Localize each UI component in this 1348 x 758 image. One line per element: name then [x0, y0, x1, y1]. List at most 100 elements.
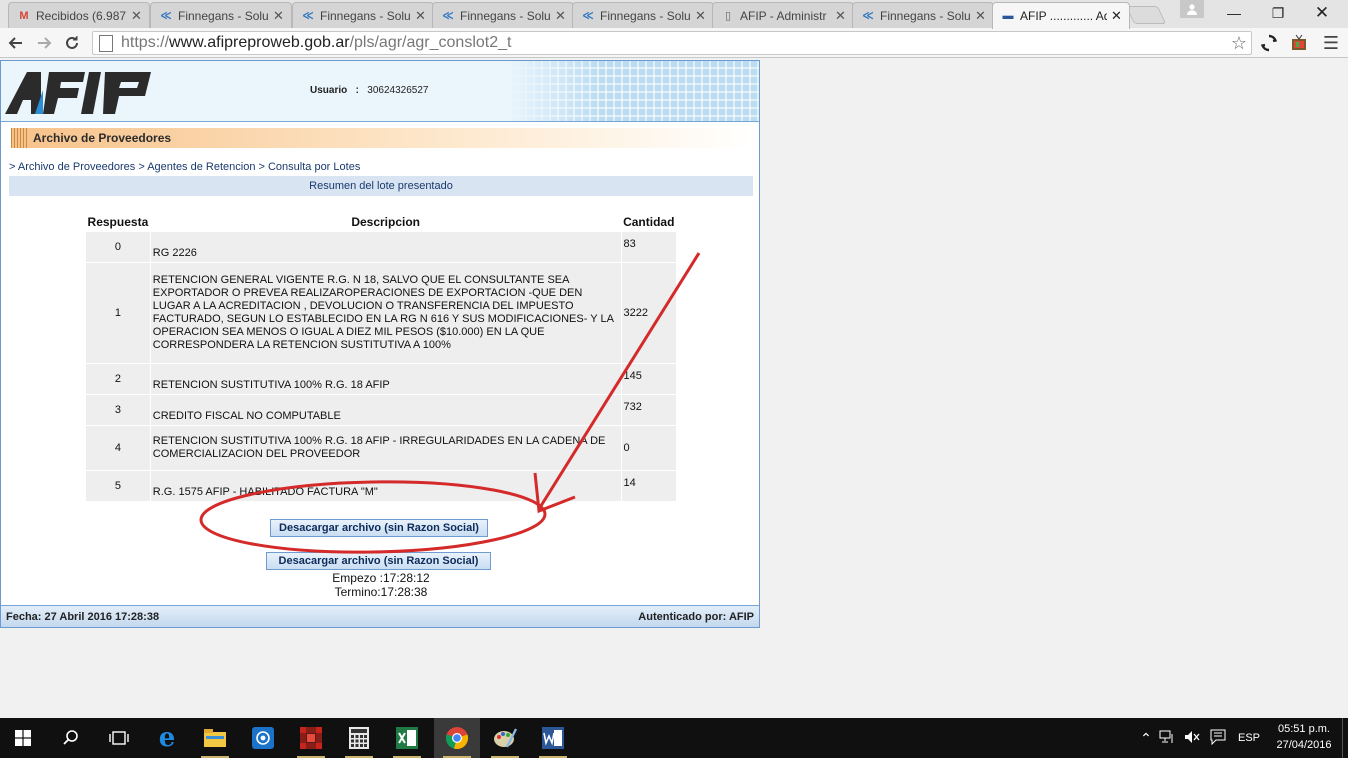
browser-tab-afip-administracion[interactable]: ▯ AFIP - Administr ✕: [712, 2, 854, 28]
task-view-button[interactable]: [96, 718, 142, 758]
bookmark-star-icon[interactable]: ☆: [1231, 33, 1247, 54]
cell-code: 4: [85, 424, 151, 471]
file-explorer-app[interactable]: [192, 718, 238, 758]
paint-app[interactable]: [482, 718, 528, 758]
close-icon[interactable]: ✕: [835, 8, 847, 24]
close-icon[interactable]: ✕: [555, 8, 567, 24]
browser-tab-afip-active[interactable]: ▬ AFIP ............. Adm ✕: [992, 2, 1130, 29]
close-icon[interactable]: ✕: [1111, 8, 1123, 24]
tab-title: Finnegans - Solu: [460, 8, 551, 23]
chrome-app[interactable]: [434, 718, 480, 758]
download-file-button[interactable]: Desacargar archivo (sin Razon Social): [270, 519, 488, 537]
tab-title: Finnegans - Solu: [880, 8, 971, 23]
section-title-bar: Archivo de Proveedores: [11, 128, 753, 148]
word-app[interactable]: [530, 718, 576, 758]
reload-button[interactable]: [60, 31, 84, 55]
forward-button[interactable]: [32, 31, 56, 55]
url-host: www.afipreproweb.gob.ar: [169, 34, 350, 51]
finnegans-icon: ≪: [160, 10, 172, 22]
column-header-descripcion: Descripcion: [150, 214, 622, 231]
summary-title: Resumen del lote presentado: [9, 176, 753, 196]
column-header-respuesta: Respuesta: [85, 214, 151, 231]
minimize-button[interactable]: —: [1212, 2, 1256, 24]
calculator-icon: [349, 727, 369, 749]
tab-title: Recibidos (6.987: [36, 8, 127, 23]
browser-tab-finnegans[interactable]: ≪ Finnegans - Solu ✕: [572, 2, 714, 28]
cell-code: 3: [85, 393, 151, 426]
windows-start-button[interactable]: [0, 718, 46, 758]
profile-icon[interactable]: [1180, 0, 1204, 18]
close-icon[interactable]: ✕: [415, 8, 427, 24]
browser-tab-finnegans[interactable]: ≪ Finnegans - Solu ✕: [292, 2, 434, 28]
restore-button[interactable]: ❐: [1256, 2, 1300, 24]
clock-time: 05:51 p.m.: [1278, 723, 1330, 735]
teamviewer-app[interactable]: [240, 718, 286, 758]
cell-quantity: 145: [620, 362, 678, 395]
afip-header: Usuario : 30624326527: [1, 61, 759, 122]
volume-muted-icon[interactable]: [1180, 730, 1204, 747]
windows-taskbar: e ⌃ ESP 05:51 p.m. 27/04/2016: [0, 718, 1348, 758]
header-pattern-decoration: [509, 61, 759, 121]
close-icon[interactable]: ✕: [975, 8, 987, 24]
user-separator: :: [355, 85, 359, 96]
cell-quantity: 14: [620, 469, 678, 502]
cell-quantity: 3222: [620, 261, 678, 364]
search-icon: [63, 730, 78, 745]
notifications-icon[interactable]: [1204, 729, 1232, 748]
edge-app[interactable]: e: [144, 718, 190, 758]
address-bar[interactable]: https://www.afipreproweb.gob.ar/pls/agr/…: [92, 31, 1252, 55]
download-file-button-secondary[interactable]: Desacargar archivo (sin Razon Social): [266, 552, 491, 570]
afip-logo: [5, 72, 151, 114]
browser-tab-finnegans[interactable]: ≪ Finnegans - Solu ✕: [432, 2, 574, 28]
section-stripes-decoration: [11, 128, 27, 148]
section-title: Archivo de Proveedores: [33, 131, 172, 145]
finnegans-icon: ≪: [442, 10, 454, 22]
tab-title: AFIP - Administr: [740, 8, 827, 23]
table-row: 3 CREDITO FISCAL NO COMPUTABLE 732: [85, 393, 678, 426]
results-table: Respuesta Descripcion Cantidad 0 RG 2226…: [85, 214, 678, 502]
afip-page: Usuario : 30624326527 Archivo de Proveed…: [0, 60, 760, 628]
tab-title: Finnegans - Solu: [178, 8, 269, 23]
network-icon[interactable]: [1154, 730, 1180, 747]
close-icon[interactable]: ✕: [131, 8, 143, 24]
browser-tab-finnegans[interactable]: ≪ Finnegans - Solu ✕: [150, 2, 292, 28]
menu-icon[interactable]: ☰: [1320, 33, 1342, 53]
teamviewer-icon: [252, 727, 274, 749]
show-desktop-button[interactable]: [1342, 718, 1348, 758]
system-clock[interactable]: 05:51 p.m. 27/04/2016: [1268, 721, 1340, 753]
edge-icon: e: [158, 723, 176, 753]
calculator-app[interactable]: [336, 718, 382, 758]
new-tab-button[interactable]: [1125, 6, 1167, 24]
back-button[interactable]: [4, 31, 28, 55]
cell-quantity: 0: [620, 424, 678, 471]
table-row: 2 RETENCION SUSTITUTIVA 100% R.G. 18 AFI…: [85, 362, 678, 395]
filezilla-app[interactable]: [288, 718, 334, 758]
sync-extension-icon[interactable]: [1258, 33, 1280, 53]
user-label: Usuario: [310, 85, 348, 96]
task-view-icon: [109, 731, 129, 745]
close-icon[interactable]: ✕: [273, 8, 285, 24]
table-row: 0 RG 2226 83: [85, 230, 678, 263]
browser-tab-gmail[interactable]: M Recibidos (6.987 ✕: [8, 2, 150, 28]
search-button[interactable]: [48, 718, 94, 758]
language-indicator[interactable]: ESP: [1232, 732, 1266, 744]
table-row: 4 RETENCION SUSTITUTIVA 100% R.G. 18 AFI…: [85, 424, 678, 471]
cell-code: 1: [85, 261, 151, 364]
footer-auth: Autenticado por: AFIP: [638, 610, 754, 623]
excel-app[interactable]: [384, 718, 430, 758]
cell-description: R.G. 1575 AFIP - HABILITADO FACTURA "M": [149, 469, 622, 502]
gmail-icon: M: [19, 9, 29, 22]
cell-description: RG 2226: [149, 230, 622, 263]
tv-extension-icon[interactable]: [1288, 33, 1310, 53]
browser-tab-strip: M Recibidos (6.987 ✕ ≪ Finnegans - Solu …: [0, 0, 1348, 29]
table-row: 1 RETENCION GENERAL VIGENTE R.G. N 18, S…: [85, 261, 678, 364]
close-window-button[interactable]: ✕: [1300, 2, 1344, 24]
breadcrumb[interactable]: > Archivo de Proveedores > Agentes de Re…: [9, 161, 360, 173]
cell-description: CREDITO FISCAL NO COMPUTABLE: [149, 393, 622, 426]
page-viewport: Usuario : 30624326527 Archivo de Proveed…: [0, 59, 1348, 718]
page-icon: ▯: [724, 10, 732, 22]
system-tray: ⌃ ESP: [1138, 718, 1266, 758]
chevron-up-icon[interactable]: ⌃: [1138, 730, 1154, 747]
close-icon[interactable]: ✕: [695, 8, 707, 24]
browser-tab-finnegans[interactable]: ≪ Finnegans - Solu ✕: [852, 2, 994, 28]
